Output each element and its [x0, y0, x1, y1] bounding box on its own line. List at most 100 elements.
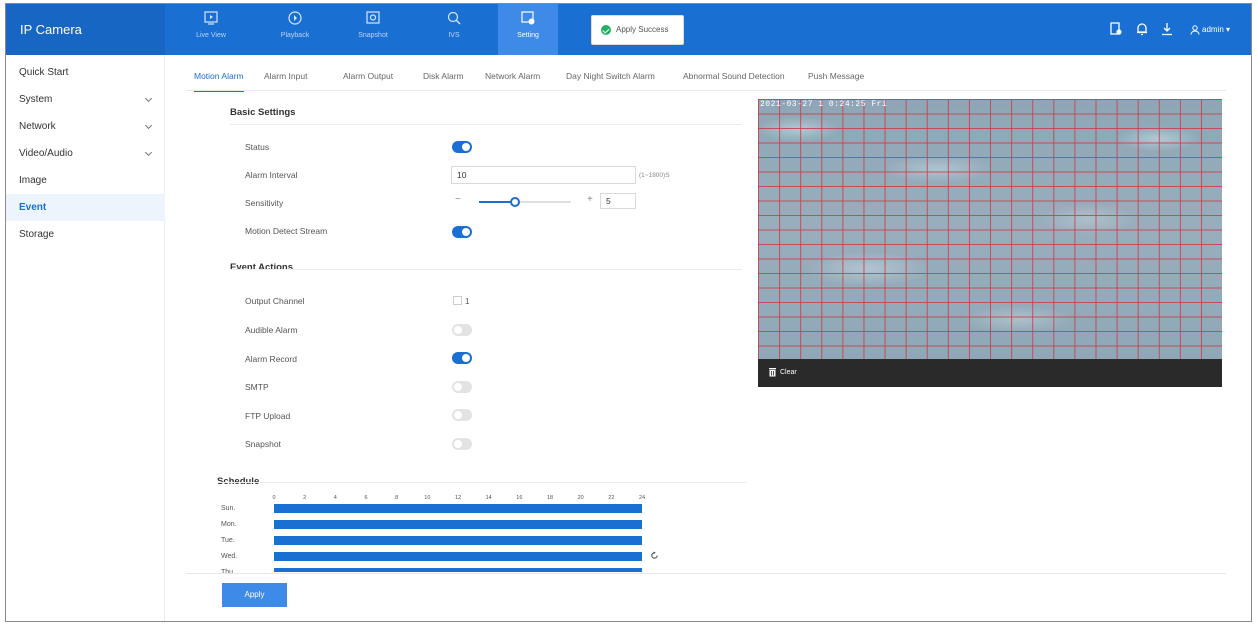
nav-live-view-label: Live View: [196, 32, 226, 39]
sidebar: Quick Start System Network Video/Audio I…: [6, 55, 165, 621]
sidebar-item-quick-start[interactable]: Quick Start: [6, 59, 165, 86]
nav-setting[interactable]: Setting: [498, 4, 558, 55]
schedule-day-bar[interactable]: [274, 552, 642, 561]
sidebar-item-system[interactable]: System: [6, 86, 165, 113]
schedule-hour-label: 14: [485, 495, 492, 501]
schedule-hour-label: 4: [333, 495, 337, 501]
user-icon: [1190, 25, 1200, 35]
chevron-down-icon: [144, 121, 153, 130]
alarm-record-toggle[interactable]: [452, 352, 472, 364]
sensitivity-slider-track[interactable]: [479, 201, 571, 203]
chevron-down-icon: [144, 94, 153, 103]
section-divider: [230, 124, 742, 125]
schedule-hour-label: 22: [608, 495, 615, 501]
smtp-toggle[interactable]: [452, 381, 472, 393]
tab-alarm-output[interactable]: Alarm Output: [343, 62, 393, 90]
schedule-day-bar[interactable]: [274, 536, 642, 545]
trash-icon: [769, 368, 776, 377]
tab-push-message[interactable]: Push Message: [808, 62, 864, 90]
sidebar-item-label: Storage: [19, 229, 55, 240]
setting-icon: [521, 11, 535, 25]
nav-snapshot[interactable]: Snapshot: [343, 4, 403, 55]
nav-live-view[interactable]: Live View: [181, 4, 241, 55]
schedule-day-label: Wed.: [221, 553, 238, 560]
clear-label: Clear: [780, 369, 797, 376]
success-icon: [601, 25, 611, 35]
audible-alarm-label: Audible Alarm: [245, 325, 298, 335]
schedule-day-bar[interactable]: [274, 504, 642, 513]
sensitivity-label: Sensitivity: [245, 198, 284, 208]
tab-alarm-input[interactable]: Alarm Input: [264, 62, 307, 90]
schedule-hour-label: 2: [303, 495, 307, 501]
audible-alarm-toggle[interactable]: [452, 324, 472, 336]
sidebar-item-label: System: [19, 94, 53, 105]
schedule-hour-label: 18: [546, 495, 554, 501]
tab-disk-alarm[interactable]: Disk Alarm: [423, 62, 464, 90]
ftp-upload-toggle[interactable]: [452, 409, 472, 421]
alarm-interval-hint: (1~1800)S: [639, 172, 670, 179]
bell-icon[interactable]: [1135, 22, 1149, 36]
section-divider: [230, 269, 742, 270]
apply-button[interactable]: Apply: [222, 583, 287, 607]
sensitivity-plus-button[interactable]: +: [587, 194, 593, 205]
alarm-interval-input[interactable]: [451, 166, 636, 184]
footer-divider: [186, 573, 1226, 574]
tab-network-alarm[interactable]: Network Alarm: [485, 62, 540, 90]
schedule-day-label: Mon.: [221, 521, 237, 528]
motion-detect-stream-toggle[interactable]: [452, 226, 472, 238]
sensitivity-minus-button[interactable]: −: [455, 194, 461, 205]
export-icon[interactable]: [1109, 22, 1123, 36]
tab-abnormal-sound-detection[interactable]: Abnormal Sound Detection: [683, 62, 785, 90]
sidebar-item-label: Network: [19, 121, 56, 132]
schedule-day-label: Tue.: [221, 537, 235, 544]
output-channel-checkbox[interactable]: [453, 296, 462, 305]
nav-snapshot-label: Snapshot: [358, 32, 388, 39]
schedule-hour-label: 24: [638, 495, 646, 501]
video-preview[interactable]: 2021-03-27 1 0:24:25 Fri: [758, 99, 1222, 359]
clear-button[interactable]: Clear: [768, 367, 797, 379]
schedule-day-bar[interactable]: [274, 568, 642, 572]
download-icon[interactable]: [1160, 22, 1174, 36]
sidebar-item-label: Image: [19, 175, 47, 186]
refresh-icon[interactable]: [650, 551, 659, 560]
sidebar-item-video-audio[interactable]: Video/Audio: [6, 140, 165, 167]
snapshot-toggle[interactable]: [452, 438, 472, 450]
tab-day-night-switch-alarm[interactable]: Day Night Switch Alarm: [566, 62, 655, 90]
nav-ivs[interactable]: IVS: [424, 4, 484, 55]
schedule-day-bar[interactable]: [274, 520, 642, 529]
schedule-hour-label: 6: [364, 495, 368, 501]
app-title: IP Camera: [6, 4, 165, 55]
schedule-hour-label: 0: [272, 495, 276, 501]
sidebar-item-event[interactable]: Event: [6, 194, 165, 221]
top-bar: IP Camera Live View Playback Snapshot IV…: [6, 4, 1251, 55]
tab-motion-alarm[interactable]: Motion Alarm: [194, 62, 244, 92]
event-tabs: Motion Alarm Alarm Input Alarm Output Di…: [186, 62, 1226, 92]
section-title-event-actions: Event Actions: [230, 262, 293, 273]
sidebar-item-image[interactable]: Image: [6, 167, 165, 194]
output-channel-value: 1: [465, 297, 470, 306]
motion-detect-stream-label: Motion Detect Stream: [245, 226, 328, 236]
schedule-hour-label: 10: [424, 495, 431, 501]
ivs-icon: [447, 11, 461, 25]
sidebar-item-storage[interactable]: Storage: [6, 221, 165, 248]
chevron-down-icon: [144, 148, 153, 157]
nav-playback[interactable]: Playback: [265, 4, 325, 55]
sidebar-item-network[interactable]: Network: [6, 113, 165, 140]
schedule-hour-label: 8: [395, 495, 399, 501]
live-view-icon: [204, 11, 218, 25]
playback-icon: [288, 11, 302, 25]
snapshot-icon: [366, 11, 380, 24]
schedule-hour-label: 16: [516, 495, 523, 501]
sensitivity-slider-knob[interactable]: [509, 197, 520, 207]
sidebar-item-label: Video/Audio: [19, 148, 73, 159]
ftp-upload-label: FTP Upload: [245, 411, 291, 421]
user-menu[interactable]: admin ▾: [1190, 21, 1230, 39]
sidebar-item-label: Quick Start: [19, 67, 69, 78]
sensitivity-input[interactable]: [600, 193, 636, 209]
motion-detection-grid[interactable]: [758, 99, 1222, 359]
tabs-divider: [186, 90, 1226, 91]
schedule-hour-label: 12: [454, 495, 462, 501]
video-timestamp: 2021-03-27 1 0:24:25 Fri: [760, 100, 888, 109]
status-toggle[interactable]: [452, 141, 472, 153]
smtp-label: SMTP: [245, 382, 269, 392]
